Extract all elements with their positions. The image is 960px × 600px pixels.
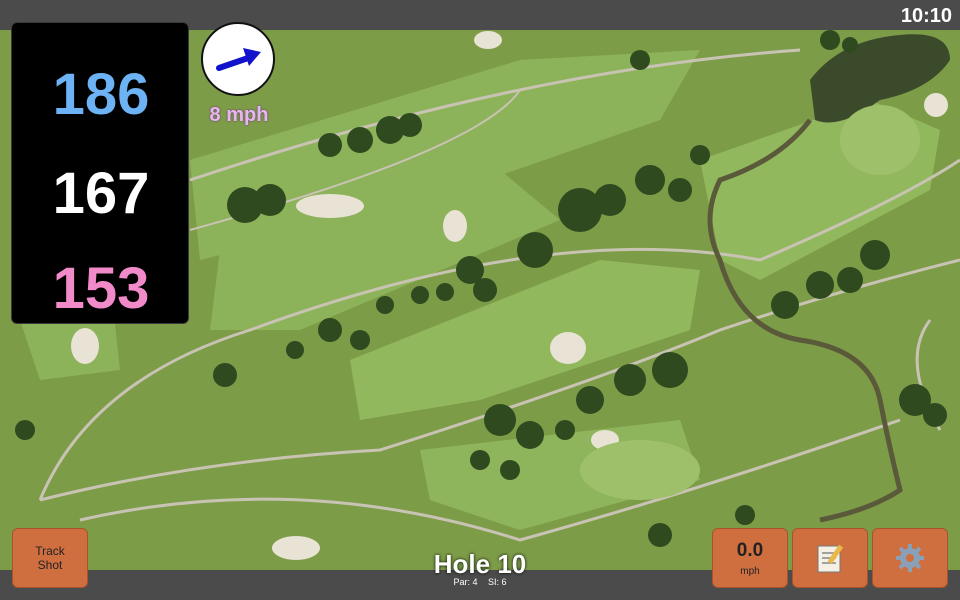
hole-par: Par: 4 xyxy=(453,577,478,587)
track-shot-line2: Shot xyxy=(37,558,63,572)
distance-panel: 186 167 153 xyxy=(11,22,189,324)
notepad-icon xyxy=(817,544,844,573)
front-distance: 153 xyxy=(52,256,150,321)
wind-speed-label: 8 mph xyxy=(209,104,269,126)
track-shot-button[interactable]: Track Shot xyxy=(12,528,88,588)
wind-adjust-button[interactable]: 0.0 mph xyxy=(712,528,788,588)
hole-title: Hole 10 xyxy=(433,549,527,579)
back-distance: 186 xyxy=(52,62,150,127)
arrow-icon xyxy=(216,48,261,71)
track-shot-line1: Track xyxy=(35,544,65,558)
hole-info: Par: 4 SI: 6 xyxy=(380,577,580,587)
notes-button[interactable] xyxy=(792,528,868,588)
settings-button[interactable] xyxy=(872,528,948,588)
clock: 10:10 xyxy=(900,5,952,27)
wind-indicator xyxy=(201,22,275,96)
wind-unit: mph xyxy=(740,565,760,577)
wind-value: 0.0 xyxy=(736,539,764,561)
gear-icon xyxy=(896,544,924,572)
middle-distance: 167 xyxy=(52,161,150,226)
hole-si: SI: 6 xyxy=(488,577,507,587)
